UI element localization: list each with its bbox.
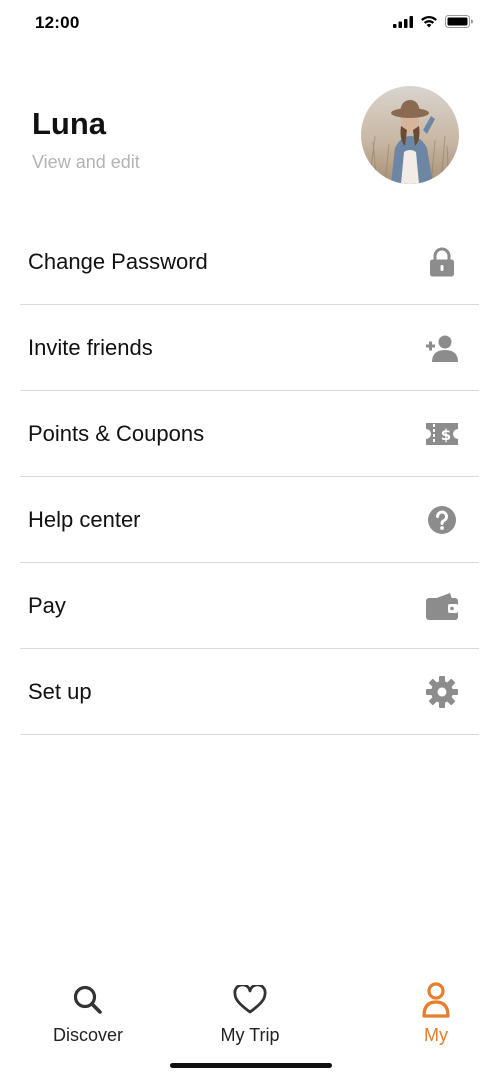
status-time: 12:00 [35, 13, 80, 32]
menu-item-label: Set up [28, 678, 92, 704]
battery-icon [445, 15, 473, 33]
cellular-signal-icon [393, 15, 413, 33]
user-icon [419, 982, 453, 1018]
coupon-icon: $ [425, 417, 459, 451]
menu-item-help-center[interactable]: Help center [20, 477, 479, 563]
menu-item-label: Points & Coupons [28, 420, 205, 446]
heart-icon [233, 983, 267, 1017]
settings-menu: Change Password Invite friends Points & … [20, 219, 479, 735]
search-icon [71, 983, 105, 1017]
menu-item-label: Pay [28, 592, 66, 618]
status-bar: 12:00 [0, 0, 499, 48]
add-user-icon [425, 331, 459, 365]
menu-item-change-password[interactable]: Change Password [20, 219, 479, 305]
tab-label: My [424, 1025, 448, 1045]
status-icons [393, 15, 473, 33]
menu-item-points-coupons[interactable]: Points & Coupons $ [20, 391, 479, 477]
tab-label: Discover [52, 1025, 123, 1045]
tab-label: My Trip [220, 1025, 280, 1045]
gear-icon [425, 675, 459, 709]
menu-item-set-up[interactable]: Set up [20, 649, 479, 735]
lock-icon [425, 245, 459, 279]
menu-item-label: Help center [28, 506, 141, 532]
menu-item-label: Change Password [28, 248, 208, 274]
tab-my-trip[interactable]: My Trip [190, 975, 310, 1055]
wifi-icon [420, 15, 438, 33]
profile-header: Luna View and edit [0, 80, 499, 190]
home-indicator [170, 1063, 332, 1068]
avatar[interactable] [361, 86, 459, 184]
menu-item-label: Invite friends [28, 334, 153, 360]
view-and-edit-link[interactable]: View and edit [32, 152, 140, 173]
profile-name: Luna [32, 106, 107, 141]
tab-bar: Discover My Trip My [0, 975, 499, 1055]
menu-item-invite-friends[interactable]: Invite friends [20, 305, 479, 391]
tab-discover[interactable]: Discover [28, 975, 148, 1055]
menu-item-pay[interactable]: Pay [20, 563, 479, 649]
wallet-icon [425, 589, 459, 623]
tab-my[interactable]: My [376, 975, 496, 1055]
svg-text:$: $ [441, 426, 451, 444]
help-icon [425, 503, 459, 537]
